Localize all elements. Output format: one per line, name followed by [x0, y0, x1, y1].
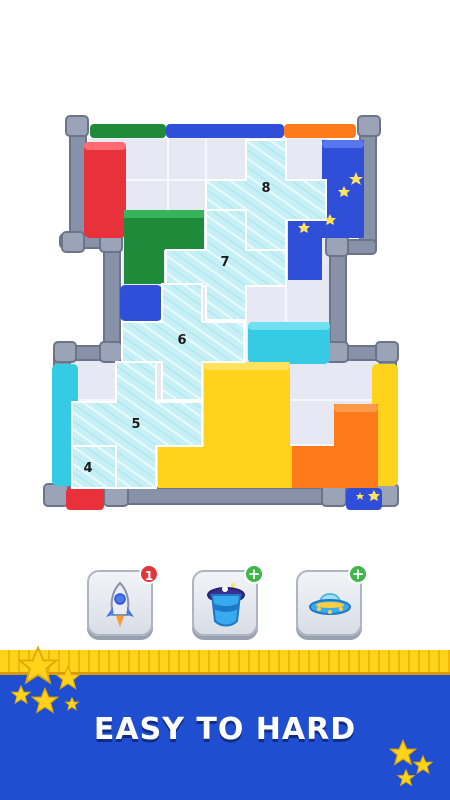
magic-hat-icon	[207, 583, 245, 627]
magic-hat-booster-button[interactable]: +	[192, 564, 264, 636]
block-cyan[interactable]	[248, 322, 330, 364]
ufo-icon	[309, 593, 351, 615]
star-icon	[64, 696, 80, 711]
rocket-booster-button[interactable]: 1	[87, 564, 159, 636]
gate-red-bottom	[66, 488, 104, 510]
tile-number-6: 6	[177, 333, 186, 348]
tile-number-4: 4	[83, 461, 92, 476]
magic-hat-add-badge[interactable]: +	[244, 564, 264, 584]
gate-orange	[284, 124, 356, 138]
tile-number-5: 5	[131, 417, 140, 432]
promo-banner: EASY TO HARD	[0, 645, 450, 800]
block-blue-small[interactable]	[120, 285, 162, 321]
star-icon	[10, 684, 32, 705]
ufo-add-badge[interactable]: +	[348, 564, 368, 584]
star-icon	[396, 768, 416, 787]
gate-blue-top	[166, 124, 284, 138]
ice-tile-4[interactable]	[71, 445, 117, 489]
tile-number-7: 7	[220, 255, 229, 270]
rocket-booster-count-badge: 1	[139, 564, 159, 584]
game-board: 8 7 6 5 4	[43, 115, 399, 510]
block-red[interactable]	[84, 142, 126, 238]
star-icon	[30, 686, 60, 714]
banner-title: EASY TO HARD	[93, 712, 357, 747]
gate-green	[90, 124, 166, 138]
ufo-booster-button[interactable]: +	[296, 564, 368, 636]
rocket-icon	[106, 581, 134, 627]
tile-number-8: 8	[261, 181, 270, 196]
